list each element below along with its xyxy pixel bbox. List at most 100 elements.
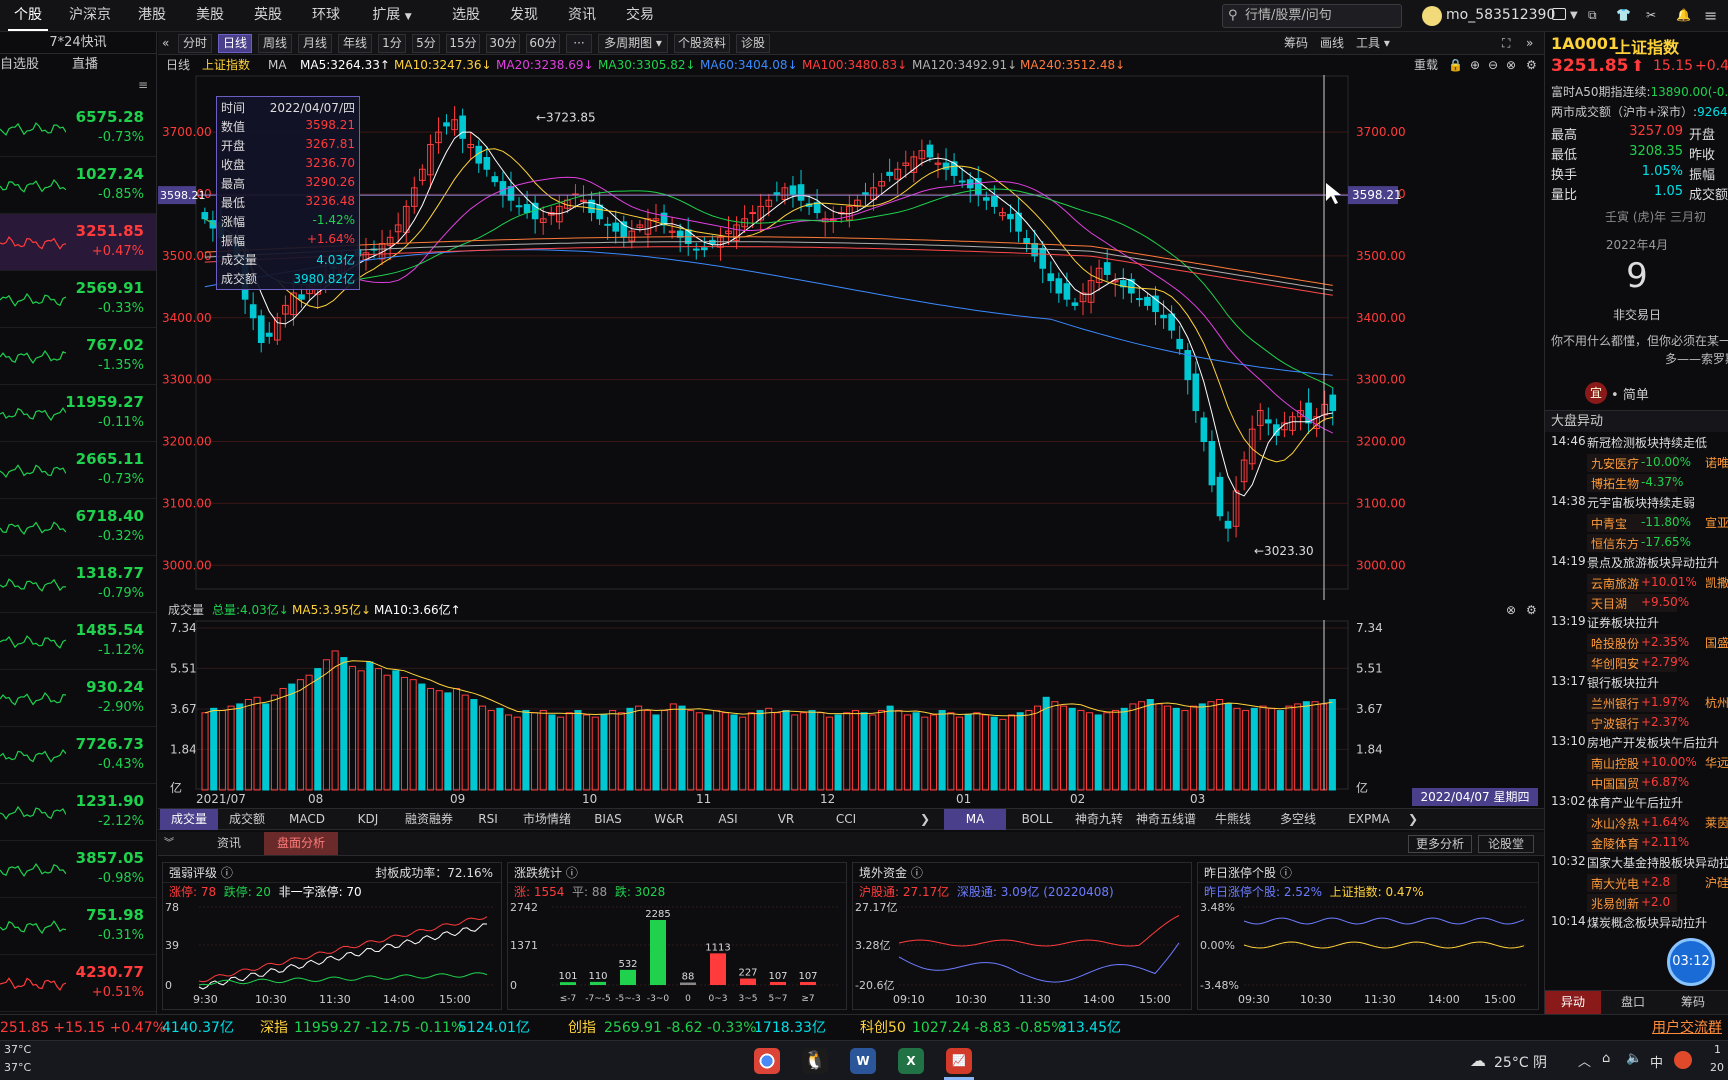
zoom-out-icon[interactable]: ⊖ <box>1488 55 1498 75</box>
quote-row[interactable]: 1485.54 -1.12% <box>0 613 156 670</box>
tab-live-stream[interactable]: 直播 <box>72 54 116 76</box>
indicator-tab[interactable]: VR <box>756 809 816 830</box>
chip-button[interactable]: 筹码 <box>1284 32 1308 54</box>
indicator-tab[interactable]: 融资融券 <box>398 809 460 830</box>
tab-market-analysis[interactable]: 盘面分析 <box>264 832 338 855</box>
forum-button[interactable]: 论股堂 <box>1478 835 1534 853</box>
period-button[interactable]: 个股资料 <box>674 34 730 53</box>
quote-row[interactable]: 930.24 -2.90% <box>0 670 156 727</box>
event-title[interactable]: 煤炭概念板块异动拉升 <box>1587 914 1707 931</box>
period-button[interactable]: 日线 <box>218 34 252 53</box>
weather-text[interactable]: 25°C 阴 <box>1494 1052 1547 1072</box>
ticker-cy-label[interactable]: 创指 <box>568 1015 596 1041</box>
quote-row[interactable]: 2569.91 -0.33% <box>0 271 156 328</box>
ticker-sz[interactable]: 11959.27 -12.75 -0.11% <box>294 1015 464 1041</box>
event-title[interactable]: 景点及旅游板块异动拉升 <box>1587 554 1719 571</box>
layout-icon[interactable]: ⧉ <box>1588 0 1597 31</box>
period-button[interactable]: 15分 <box>446 34 480 53</box>
quote-row[interactable]: 11959.27 -0.11% <box>0 385 156 442</box>
collapse-icon[interactable]: ︾ <box>164 832 174 855</box>
overlay-tab[interactable]: EXPMA <box>1332 809 1406 830</box>
lock-icon[interactable]: 🔒 <box>1448 55 1463 75</box>
chevron-left-icon[interactable]: « <box>162 32 169 54</box>
nav-tab-us[interactable]: 美股 <box>190 0 230 31</box>
event-title[interactable]: 房地产开发板块午后拉升 <box>1587 734 1719 751</box>
shirt-icon[interactable]: 👕 <box>1616 0 1631 31</box>
ticker-cy[interactable]: 2569.91 -8.62 -0.33% <box>604 1015 757 1041</box>
indicator-tab[interactable]: KDJ <box>338 809 398 830</box>
overlay-tab[interactable]: 神奇九转 <box>1068 809 1130 830</box>
chrome-icon[interactable] <box>754 1048 780 1074</box>
event-stock-row[interactable]: 中青宝 -11.80% <box>1587 514 1691 532</box>
word-icon[interactable]: W <box>850 1048 876 1074</box>
indicator-tab[interactable]: BIAS <box>578 809 638 830</box>
event-stock-row[interactable]: 金陵体育 +2.11% <box>1587 834 1689 852</box>
ticker-kc-label[interactable]: 科创50 <box>860 1015 906 1041</box>
chevron-right-icon[interactable]: ❯ <box>1408 809 1418 830</box>
event-title[interactable]: 元宇宙板块持续走弱 <box>1587 494 1695 511</box>
avatar[interactable] <box>1422 6 1442 26</box>
close-icon[interactable]: ⊗ <box>1506 600 1516 620</box>
period-button[interactable]: 30分 <box>486 34 520 53</box>
indicator-tab[interactable]: 市场情绪 <box>516 809 578 830</box>
timer-badge[interactable]: 03:12 <box>1667 938 1715 986</box>
quote-row[interactable]: 6575.28 -0.73% <box>0 100 156 157</box>
quote-row[interactable]: 4230.77 +0.51% <box>0 955 156 1012</box>
gear-icon[interactable]: ⚙ <box>1526 55 1537 75</box>
quote-row[interactable]: 751.98 -0.31% <box>0 898 156 955</box>
indicator-tab[interactable]: ASI <box>700 809 756 830</box>
ticker-sz-label[interactable]: 深指 <box>260 1015 288 1041</box>
event-stock-row[interactable]: 云南旅游 +10.01% <box>1587 574 1697 592</box>
volume-chart[interactable]: 7.34 7.345.51 5.513.67 3.671.84 1.84亿亿 <box>158 620 1544 800</box>
fullscreen-icon[interactable]: ⛶ <box>1502 32 1510 54</box>
event-title[interactable]: 新冠检测板块持续走低 <box>1587 434 1707 451</box>
overlay-tab[interactable]: BOLL <box>1006 809 1068 830</box>
volume-label[interactable]: 成交量 <box>168 600 204 620</box>
ticker-sh[interactable]: 251.85 +15.15 +0.47% <box>0 1015 166 1041</box>
event-stock-row[interactable]: 兰州银行 +1.97% <box>1587 694 1689 712</box>
indicator-tab[interactable]: 成交量 <box>160 809 218 830</box>
quote-row[interactable]: 767.02 -1.35% <box>0 328 156 385</box>
event-stock-row[interactable]: 天目湖 +9.50% <box>1587 594 1689 612</box>
message-icon[interactable] <box>1552 8 1566 20</box>
nav-tab-picker[interactable]: 选股 <box>446 0 486 31</box>
tab-news[interactable]: 资讯 <box>200 832 258 855</box>
tab-watchlist[interactable]: 自选股 <box>0 54 44 76</box>
nav-tab-stock[interactable]: 个股 <box>8 0 48 31</box>
input-method-icon[interactable] <box>1674 1051 1692 1069</box>
network-icon[interactable]: ⌂ <box>1602 1051 1610 1066</box>
zoom-in-icon[interactable]: ⊕ <box>1470 55 1480 75</box>
overlay-tab[interactable]: 多空线 <box>1264 809 1332 830</box>
indicator-tab[interactable]: MACD <box>276 809 338 830</box>
nav-tab-uk[interactable]: 英股 <box>248 0 288 31</box>
period-button[interactable]: 月线 <box>298 34 332 53</box>
event-stock-row[interactable]: 南山控股 +10.00% <box>1587 754 1697 772</box>
period-button[interactable]: 年线 <box>338 34 372 53</box>
chevron-down-icon[interactable]: ▼ <box>1570 0 1578 31</box>
tab-live-news[interactable]: 7*24快讯 <box>0 32 156 54</box>
search-input[interactable]: ⚲ 行情/股票/问句 <box>1222 4 1402 28</box>
nav-tab-discover[interactable]: 发现 <box>504 0 544 31</box>
event-stock-row[interactable]: 恒信东方 -17.65% <box>1587 534 1691 552</box>
overlay-tab[interactable]: MA <box>944 809 1006 830</box>
event-stock-row[interactable]: 冰山冷热 +1.64% <box>1587 814 1689 832</box>
menu-icon[interactable]: ≡ <box>1704 0 1717 31</box>
overlay-tab[interactable]: 牛熊线 <box>1202 809 1264 830</box>
nav-tab-hsj[interactable]: 沪深京 <box>62 0 118 31</box>
nav-tab-news[interactable]: 资讯 <box>562 0 602 31</box>
gear-icon[interactable]: ⚙ <box>1526 600 1537 620</box>
ticker-kc[interactable]: 1027.24 -8.83 -0.85% <box>912 1015 1065 1041</box>
quote-row[interactable]: 3251.85 +0.47% <box>0 214 156 271</box>
stock-app-icon[interactable]: 📈 <box>946 1048 972 1074</box>
period-button[interactable]: 5分 <box>412 34 440 53</box>
clock-time[interactable]: 1 <box>1714 1043 1721 1056</box>
nav-tab-global[interactable]: 环球 <box>306 0 346 31</box>
chevron-right-icon[interactable]: ❯ <box>920 809 930 830</box>
nav-tab-hk[interactable]: 港股 <box>132 0 172 31</box>
period-button[interactable]: 多周期图 ▾ <box>598 34 668 53</box>
tools-button[interactable]: 工具 ▾ <box>1356 32 1390 54</box>
period-button[interactable]: 诊股 <box>736 34 770 53</box>
quote-row[interactable]: 2665.11 -0.73% <box>0 442 156 499</box>
event-stock-row[interactable]: 中国国贸 +6.87% <box>1587 774 1689 792</box>
event-title[interactable]: 国家大基金持股板块异动拉 <box>1587 854 1728 871</box>
